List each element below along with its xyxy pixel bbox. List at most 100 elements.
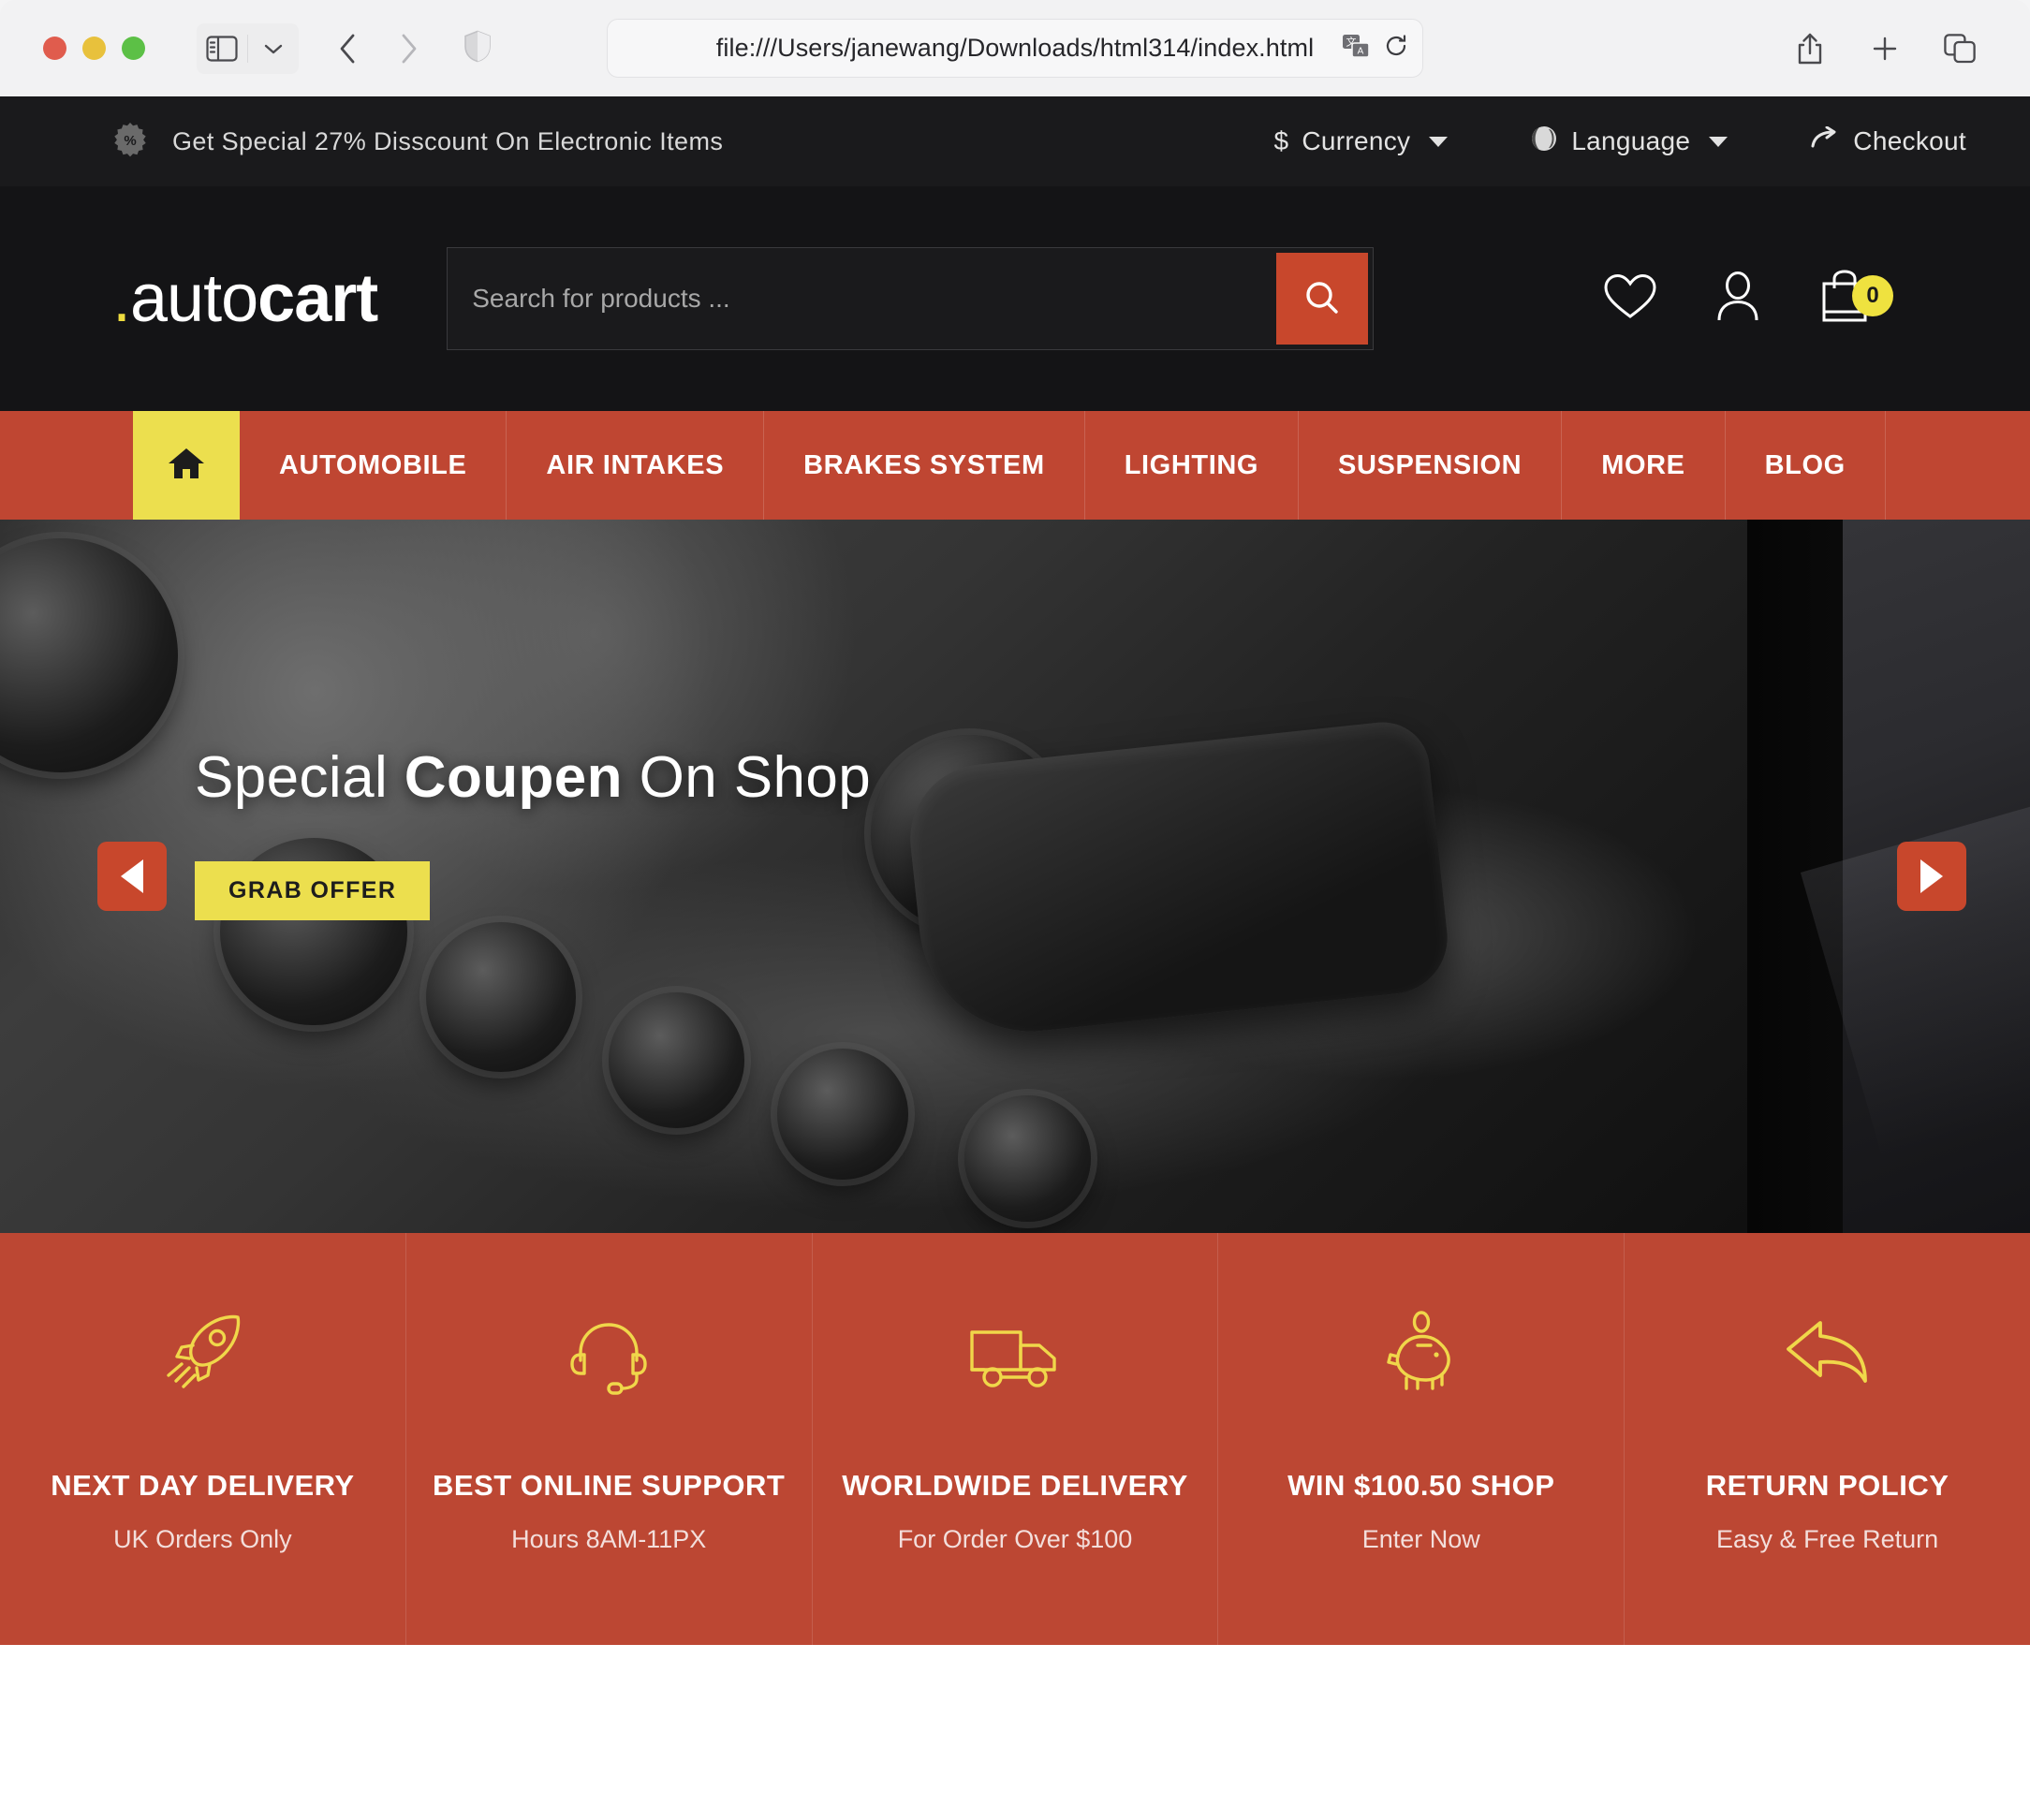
privacy-shield-icon[interactable] [463, 29, 492, 67]
svg-text:%: % [124, 133, 136, 149]
toolbar-right-actions [1785, 23, 2002, 74]
share-icon[interactable] [1785, 23, 1835, 74]
feature-subtitle: For Order Over $100 [897, 1525, 1133, 1553]
logo-dot: . [112, 261, 131, 336]
cart-count-badge: 0 [1852, 274, 1893, 316]
feature-subtitle: Easy & Free Return [1716, 1525, 1939, 1553]
home-icon [167, 446, 206, 486]
language-selector[interactable]: Language [1530, 125, 1728, 159]
feature-return-policy[interactable]: RETURN POLICY Easy & Free Return [1625, 1233, 2030, 1645]
chevron-left-icon [121, 859, 143, 893]
slider-next-button[interactable] [1897, 842, 1966, 911]
sidebar-icon[interactable] [197, 23, 247, 74]
hero-caption: Special Coupen On Shop GRAB OFFER [195, 744, 871, 920]
forward-arrow-icon[interactable] [383, 23, 434, 74]
browser-window: file:///Users/janewang/Downloads/html314… [0, 0, 2030, 1820]
feature-title: RETURN POLICY [1705, 1469, 1949, 1502]
hero-title-post: On Shop [622, 745, 872, 810]
checkout-link[interactable]: Checkout [1810, 125, 1966, 157]
translate-icon[interactable]: 文 A [1342, 32, 1370, 65]
currency-symbol: $ [1273, 126, 1289, 155]
globe-icon [1530, 125, 1558, 159]
plus-icon[interactable] [1860, 23, 1910, 74]
window-traffic-lights [43, 37, 145, 60]
site-logo[interactable]: .autocart [112, 260, 378, 337]
cart-button[interactable]: 0 [1818, 269, 1893, 329]
nav-item-lighting[interactable]: LIGHTING [1085, 411, 1300, 520]
chevron-down-icon [1429, 136, 1449, 147]
search-bar [447, 247, 1375, 350]
language-label: Language [1571, 126, 1691, 155]
feature-next-day-delivery[interactable]: NEXT DAY DELIVERY UK Orders Only [0, 1233, 406, 1645]
feature-subtitle: UK Orders Only [113, 1525, 292, 1553]
checkout-arrow-icon [1810, 125, 1840, 157]
hero-title-pre: Special [195, 745, 405, 810]
nav-item-more[interactable]: MORE [1562, 411, 1726, 520]
announcement-text: Get Special 27% Disscount On Electronic … [172, 126, 724, 155]
nav-item-brakes-system[interactable]: BRAKES SYSTEM [764, 411, 1085, 520]
reload-icon[interactable] [1383, 33, 1409, 64]
tab-overview-icon[interactable] [1934, 23, 1985, 74]
truck-icon [966, 1297, 1064, 1400]
feature-title: BEST ONLINE SUPPORT [433, 1469, 786, 1502]
header-actions: 0 [1603, 269, 1974, 329]
nav-item-home[interactable] [133, 411, 240, 520]
address-bar[interactable]: file:///Users/janewang/Downloads/html314… [464, 19, 1423, 78]
feature-title: WORLDWIDE DELIVERY [842, 1469, 1188, 1502]
feature-strip: NEXT DAY DELIVERY UK Orders Only BEST ON… [0, 1233, 2030, 1645]
slider-prev-button[interactable] [97, 842, 167, 911]
page-viewport: % Get Special 27% Disscount On Electroni… [0, 96, 2030, 1820]
user-icon [1714, 271, 1762, 328]
heart-icon [1603, 272, 1657, 326]
chevron-right-icon [1920, 859, 1943, 893]
zoom-window-button[interactable] [122, 37, 145, 60]
address-bar-container: file:///Users/janewang/Downloads/html314… [0, 19, 2030, 78]
back-arrow-icon[interactable] [323, 23, 374, 74]
wishlist-button[interactable] [1603, 272, 1657, 326]
hero-slider: Special Coupen On Shop GRAB OFFER [0, 520, 2030, 1233]
browser-toolbar: file:///Users/janewang/Downloads/html314… [0, 0, 2030, 96]
hero-title: Special Coupen On Shop [195, 744, 871, 811]
main-navigation: AUTOMOBILE AIR INTAKES BRAKES SYSTEM LIG… [0, 411, 2030, 520]
feature-best-online-support[interactable]: BEST ONLINE SUPPORT Hours 8AM-11PX [406, 1233, 813, 1645]
return-arrow-icon [1779, 1297, 1876, 1400]
account-button[interactable] [1714, 271, 1762, 328]
checkout-label: Checkout [1853, 126, 1966, 155]
feature-subtitle: Enter Now [1361, 1525, 1480, 1553]
nav-item-suspension[interactable]: SUSPENSION [1299, 411, 1563, 520]
svg-text:A: A [1358, 47, 1364, 57]
address-bar-actions: 文 A [1342, 32, 1409, 65]
search-input[interactable] [448, 248, 1277, 349]
search-icon [1302, 277, 1343, 321]
announcement-bar: % Get Special 27% Disscount On Electroni… [0, 96, 2030, 186]
page-body-below-fold [0, 1645, 2030, 1804]
announcement-message: % Get Special 27% Disscount On Electroni… [112, 122, 723, 162]
logo-thin: auto [130, 261, 258, 336]
site-header: .autocart Search for products ... 0 [0, 186, 2030, 411]
close-window-button[interactable] [43, 37, 66, 60]
announcement-actions: $ Currency Language Checkout [1273, 125, 1966, 159]
feature-title: WIN $100.50 SHOP [1287, 1469, 1555, 1502]
grab-offer-button[interactable]: GRAB OFFER [195, 861, 431, 920]
chevron-down-icon [1709, 136, 1728, 147]
rocket-icon [157, 1297, 247, 1400]
currency-label: Currency [1302, 126, 1411, 155]
logo-bold: cart [257, 261, 378, 336]
feature-title: NEXT DAY DELIVERY [51, 1469, 355, 1502]
chevron-down-icon[interactable] [248, 23, 299, 74]
minimize-window-button[interactable] [82, 37, 106, 60]
discount-badge-icon: % [112, 122, 148, 162]
navigation-arrows [323, 23, 434, 74]
currency-selector[interactable]: $ Currency [1273, 126, 1449, 156]
piggy-bank-icon [1376, 1297, 1466, 1400]
sidebar-controls [197, 22, 299, 74]
search-button[interactable] [1276, 253, 1369, 345]
nav-item-blog[interactable]: BLOG [1726, 411, 1886, 520]
nav-item-air-intakes[interactable]: AIR INTAKES [507, 411, 765, 520]
feature-subtitle: Hours 8AM-11PX [511, 1525, 707, 1553]
nav-item-automobile[interactable]: AUTOMOBILE [240, 411, 508, 520]
hero-title-bold: Coupen [404, 745, 623, 810]
feature-worldwide-delivery[interactable]: WORLDWIDE DELIVERY For Order Over $100 [813, 1233, 1219, 1645]
headset-icon [564, 1297, 654, 1400]
feature-win-shop[interactable]: WIN $100.50 SHOP Enter Now [1218, 1233, 1625, 1645]
